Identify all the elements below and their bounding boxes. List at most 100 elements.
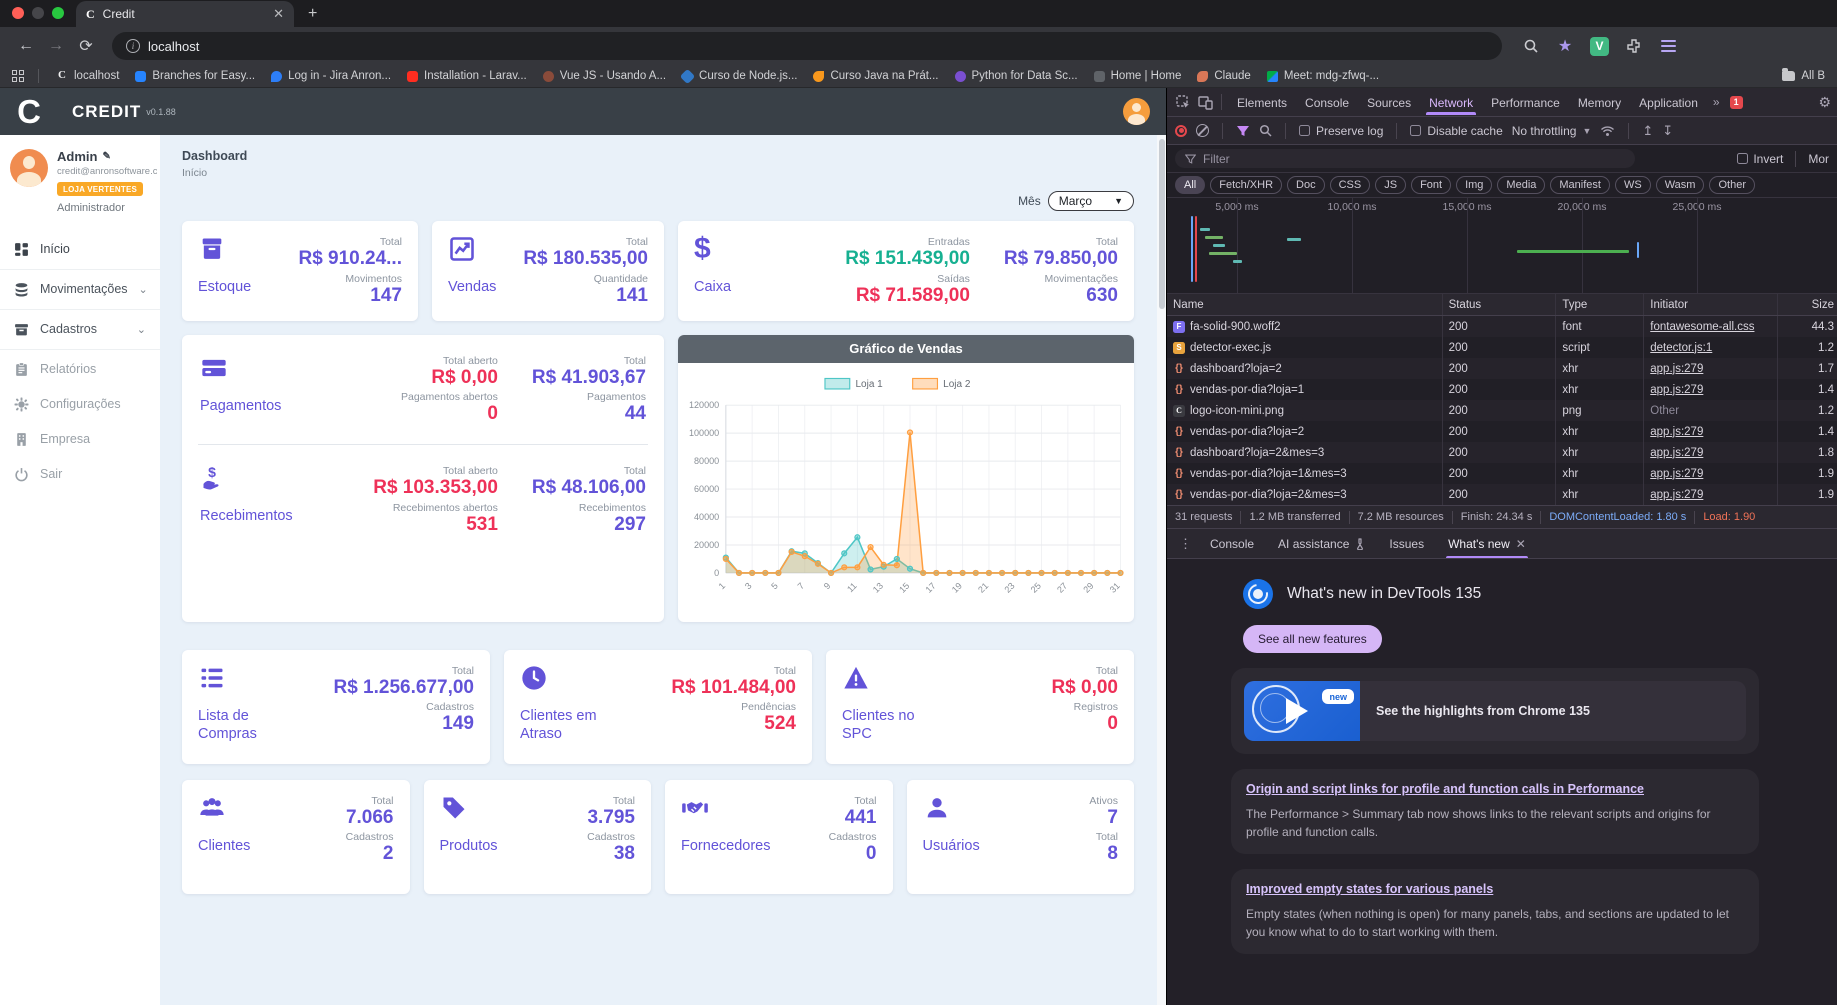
bookmark-item[interactable]: Home | Home [1086, 70, 1190, 82]
drawer-menu-icon[interactable]: ⋮ [1175, 536, 1196, 552]
initiator-link[interactable]: app.js:279 [1650, 489, 1703, 501]
network-filter-input[interactable]: Filter [1175, 149, 1635, 168]
sidebar-item-inicio[interactable]: Início [0, 232, 160, 267]
vue-extension-icon[interactable]: V [1590, 36, 1609, 56]
close-window-button[interactable] [12, 7, 24, 19]
bookmark-item[interactable]: Log in - Jira Anron... [263, 70, 399, 82]
type-filter-pill[interactable]: Doc [1287, 176, 1325, 194]
network-conditions-icon[interactable] [1600, 125, 1615, 137]
devtools-settings-gear-icon[interactable]: ⚙ [1818, 94, 1831, 111]
type-filter-pill[interactable]: Font [1411, 176, 1452, 194]
extensions-puzzle-icon[interactable] [1625, 37, 1643, 55]
sidebar-item-empresa[interactable]: Empresa [0, 422, 90, 457]
bookmark-item[interactable]: localhost [49, 69, 127, 83]
type-filter-pill[interactable]: All [1175, 176, 1206, 194]
network-request-row[interactable]: vendas-por-dia?loja=1 200 xhr app.js:279… [1167, 379, 1837, 400]
bookmark-item[interactable]: Python for Data Sc... [947, 70, 1086, 82]
device-toolbar-icon[interactable] [1195, 94, 1215, 110]
type-filter-pill[interactable]: WS [1614, 176, 1651, 194]
network-request-row[interactable]: vendas-por-dia?loja=2 200 xhr app.js:279… [1167, 421, 1837, 442]
invert-filter-checkbox[interactable] [1737, 153, 1749, 164]
bookmark-star-icon[interactable]: ★ [1556, 37, 1574, 55]
feature-link[interactable]: Origin and script links for profile and … [1246, 782, 1644, 796]
edit-pencil-icon[interactable]: ✎ [102, 151, 110, 162]
window-controls[interactable] [0, 7, 76, 27]
initiator-link[interactable]: app.js:279 [1650, 384, 1703, 396]
devtools-tab[interactable]: Application [1630, 90, 1707, 115]
devtools-tab[interactable]: Performance [1482, 90, 1569, 115]
forward-button[interactable]: → [44, 37, 68, 55]
devtools-tab[interactable]: Elements [1228, 90, 1296, 115]
month-select[interactable]: Março ▼ [1047, 191, 1134, 211]
drawer-tab-whats-new[interactable]: What's new ✕ [1438, 529, 1536, 558]
type-filter-pill[interactable]: JS [1375, 176, 1407, 194]
devtools-tab[interactable]: Console [1296, 90, 1358, 115]
initiator-link[interactable]: app.js:279 [1650, 426, 1703, 438]
filter-funnel-icon[interactable] [1236, 125, 1250, 137]
initiator-link[interactable]: fontawesome-all.css [1650, 321, 1754, 333]
sidebar-item-movimentacoes[interactable]: Movimentações ⌄ [0, 272, 160, 307]
see-all-features-button[interactable]: See all new features [1243, 625, 1382, 653]
highlights-card[interactable]: new See the highlights from Chrome 135 [1231, 668, 1759, 754]
search-network-icon[interactable] [1259, 124, 1272, 137]
type-filter-pill[interactable]: Media [1497, 176, 1546, 194]
preserve-log-checkbox[interactable] [1299, 125, 1310, 136]
throttling-select[interactable]: No throttling ▼ [1512, 124, 1592, 138]
video-thumbnail[interactable]: new [1244, 681, 1360, 741]
site-info-icon[interactable]: i [126, 39, 140, 53]
network-request-row[interactable]: dashboard?loja=2 200 xhr app.js:279 1.7 [1167, 358, 1837, 379]
sidebar-item-sair[interactable]: Sair [0, 457, 62, 492]
minimize-window-button[interactable] [32, 7, 44, 19]
network-request-row[interactable]: vendas-por-dia?loja=1&mes=3 200 xhr app.… [1167, 463, 1837, 484]
import-har-icon[interactable]: ↥ [1642, 123, 1653, 139]
initiator-link[interactable]: detector.js:1 [1650, 342, 1712, 354]
drawer-tab-ai-assistance[interactable]: AI assistance [1268, 529, 1375, 558]
all-bookmarks-button[interactable]: All B [1782, 68, 1825, 82]
bookmark-item[interactable]: Meet: mdg-zfwq-... [1259, 70, 1387, 82]
type-filter-pill[interactable]: Manifest [1550, 176, 1610, 194]
more-tabs-icon[interactable]: » [1709, 95, 1724, 109]
bookmark-item[interactable]: Claude [1189, 70, 1258, 82]
network-request-row[interactable]: vendas-por-dia?loja=2&mes=3 200 xhr app.… [1167, 484, 1837, 505]
bookmark-item[interactable]: Branches for Easy... [127, 70, 263, 82]
network-request-row[interactable]: dashboard?loja=2&mes=3 200 xhr app.js:27… [1167, 442, 1837, 463]
avatar[interactable] [10, 149, 48, 187]
tab-close-icon[interactable]: ✕ [273, 6, 284, 22]
menu-icon[interactable] [1659, 37, 1677, 55]
maximize-window-button[interactable] [52, 7, 64, 19]
bookmark-item[interactable]: Curso Java na Prát... [805, 70, 946, 82]
new-tab-button[interactable]: + [294, 5, 331, 27]
type-filter-pill[interactable]: Other [1709, 176, 1755, 194]
initiator-link[interactable]: app.js:279 [1650, 363, 1703, 375]
initiator-link[interactable]: app.js:279 [1650, 447, 1703, 459]
sidebar-item-configuracoes[interactable]: Configurações [0, 387, 121, 422]
table-header-row[interactable]: Name Status Type Initiator Size [1167, 294, 1837, 316]
network-request-row[interactable]: fa-solid-900.woff2 200 font fontawesome-… [1167, 316, 1837, 337]
back-button[interactable]: ← [14, 37, 38, 55]
devtools-tab[interactable]: Memory [1569, 90, 1630, 115]
search-icon[interactable] [1522, 37, 1540, 55]
disable-cache-checkbox[interactable] [1410, 125, 1422, 136]
devtools-tab[interactable]: Sources [1358, 90, 1420, 115]
bookmark-item[interactable]: Installation - Larav... [399, 70, 535, 82]
browser-tab[interactable]: C Credit ✕ [76, 1, 294, 27]
sidebar-item-relatorios[interactable]: Relatórios [0, 352, 96, 387]
error-count-badge[interactable]: 1 [1729, 95, 1743, 109]
network-request-row[interactable]: detector-exec.js 200 script detector.js:… [1167, 337, 1837, 358]
clear-network-log-button[interactable] [1196, 124, 1209, 137]
inspect-element-icon[interactable] [1173, 94, 1193, 110]
bookmark-item[interactable]: Vue JS - Usando A... [535, 70, 674, 82]
type-filter-pill[interactable]: Img [1456, 176, 1493, 194]
scrollbar[interactable] [1157, 135, 1166, 1005]
more-filters-label[interactable]: Mor [1808, 152, 1829, 166]
bookmark-item[interactable]: Curso de Node.js... [674, 68, 805, 84]
export-har-icon[interactable]: ↧ [1662, 123, 1673, 139]
drawer-tab-issues[interactable]: Issues [1379, 529, 1434, 558]
close-tab-icon[interactable]: ✕ [1516, 537, 1526, 551]
network-request-row[interactable]: logo-icon-mini.png 200 png Other 1.2 [1167, 400, 1837, 421]
feature-link[interactable]: Improved empty states for various panels [1246, 882, 1493, 896]
apps-grid-icon[interactable] [12, 70, 24, 82]
url-bar[interactable]: i localhost [112, 32, 1502, 60]
reload-button[interactable]: ⟳ [74, 36, 98, 56]
drawer-tab-console[interactable]: Console [1200, 529, 1264, 558]
